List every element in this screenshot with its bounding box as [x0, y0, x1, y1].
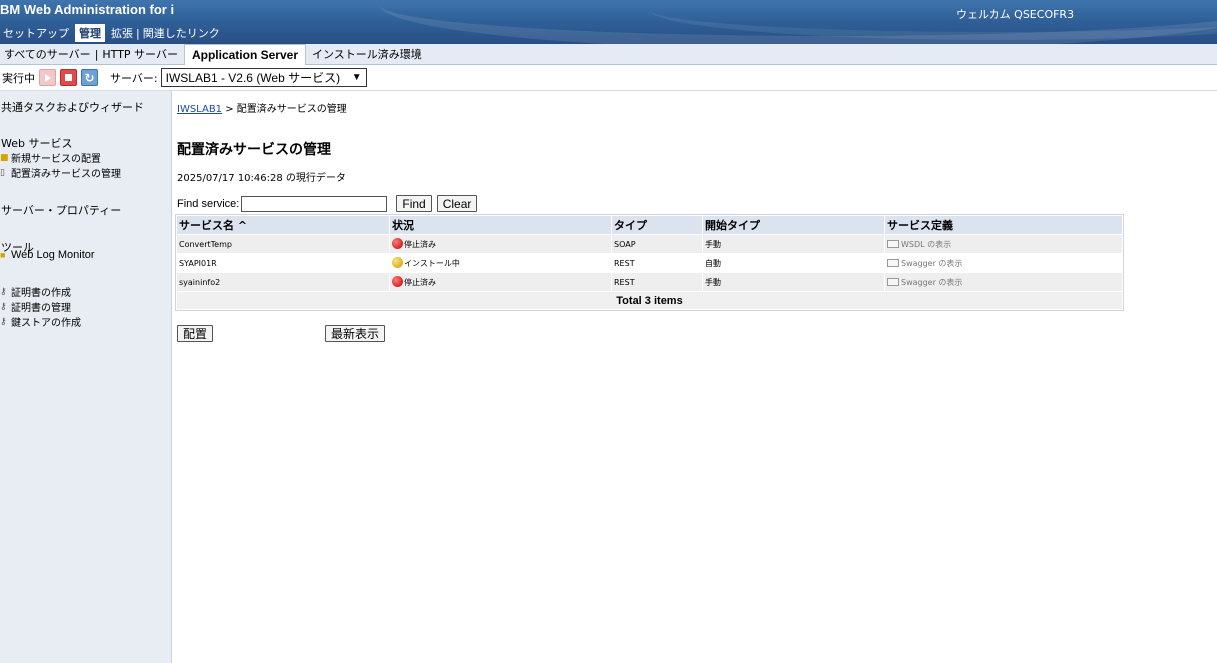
key-icon: ⚷	[0, 316, 7, 327]
sidebar-item-label: 証明書の管理	[11, 303, 71, 314]
tab-all-servers[interactable]: すべてのサーバー	[0, 46, 95, 62]
find-service-row: Find service: Find Clear	[177, 195, 478, 212]
sidebar-item-label: 証明書の作成	[11, 288, 71, 299]
clear-button[interactable]: Clear	[436, 195, 478, 212]
service-name[interactable]: SYAPI01R	[177, 254, 389, 272]
service-type: REST	[612, 273, 702, 291]
service-definition-link[interactable]: Swagger の表示	[901, 278, 962, 287]
find-service-label: Find service:	[177, 197, 240, 210]
server-select-value: IWSLAB1 - V2.6 (Web サービス)	[165, 71, 341, 85]
sidebar-common-tasks[interactable]: 共通タスクおよびウィザード	[1, 99, 144, 115]
sidebar-item-label: 新規サービスの配置	[11, 154, 101, 165]
document-icon	[887, 277, 899, 286]
service-start-type: 手動	[703, 235, 884, 253]
server-label: サーバー:	[110, 71, 158, 85]
total-items: Total 3 items	[177, 292, 1122, 309]
key-icon: ⚷	[0, 301, 7, 312]
nav-manage[interactable]: 管理	[75, 24, 105, 42]
sidebar-item-deploy-new[interactable]: ■ 新規サービスの配置	[0, 150, 101, 166]
breadcrumb-server-link[interactable]: IWSLAB1	[177, 104, 222, 115]
table-row[interactable]: SYAPI01R インストール中 REST 自動 Swagger の表示	[177, 254, 1122, 272]
server-toolbar: 実行中 ↻ サーバー: IWSLAB1 - V2.6 (Web サービス) ▼	[0, 65, 1217, 91]
sidebar-item-manage-deployed[interactable]: ▯ 配置済みサービスの管理	[0, 165, 121, 181]
sidebar-item-web-log-monitor[interactable]: ■ Web Log Monitor	[0, 249, 95, 261]
wizard-icon: ■	[0, 152, 9, 163]
key-icon: ⚷	[0, 286, 7, 297]
stopped-status-icon	[392, 276, 403, 287]
sidebar-server-properties[interactable]: サーバー・プロパティー	[1, 202, 121, 218]
column-header-start-type[interactable]: 開始タイプ	[703, 216, 884, 234]
app-title: BM Web Administration for i	[0, 2, 175, 17]
document-icon	[887, 239, 899, 248]
stop-server-icon[interactable]	[60, 69, 77, 86]
breadcrumb-current: > 配置済みサービスの管理	[222, 104, 347, 115]
sidebar-item-label: Web Log Monitor	[11, 249, 95, 261]
page-title: 配置済みサービスの管理	[177, 142, 331, 158]
wizard-icon: ■	[0, 250, 6, 260]
column-header-service-name[interactable]: サービス名 ^	[177, 216, 389, 234]
sidebar-item-label: 鍵ストアの作成	[11, 318, 81, 329]
nav-setup[interactable]: セットアップ	[0, 25, 72, 41]
header-banner: BM Web Administration for i ウェルカム QSECOF…	[0, 0, 1217, 44]
sidebar-item-manage-cert[interactable]: ⚷ 証明書の管理	[0, 299, 71, 315]
refresh-status-icon[interactable]: ↻	[81, 69, 98, 86]
start-server-icon[interactable]	[39, 69, 56, 86]
find-service-input[interactable]	[241, 195, 388, 212]
main-content: IWSLAB1 > 配置済みサービスの管理 配置済みサービスの管理 2025/0…	[172, 91, 1217, 663]
service-definition-link[interactable]: Swagger の表示	[901, 259, 962, 268]
service-name[interactable]: syaininfo2	[177, 273, 389, 291]
service-status-text: 停止済み	[404, 278, 436, 287]
nav-advanced[interactable]: 拡張	[108, 25, 136, 41]
data-timestamp: 2025/07/17 10:46:28 の現行データ	[177, 173, 346, 184]
tab-installations[interactable]: インストール済み環境	[308, 46, 426, 62]
deploy-button[interactable]: 配置	[177, 325, 214, 342]
sidebar-web-services[interactable]: Web サービス	[1, 135, 72, 151]
sidebar-item-create-keystore[interactable]: ⚷ 鍵ストアの作成	[0, 314, 81, 330]
service-name[interactable]: ConvertTemp	[177, 235, 389, 253]
server-type-tabs: すべてのサーバー | HTTP サーバー Application Server …	[0, 43, 1217, 65]
service-status-text: 停止済み	[404, 240, 436, 249]
service-start-type: 手動	[703, 273, 884, 291]
table-footer: Total 3 items	[177, 292, 1122, 309]
nav-related-links[interactable]: 関連したリンク	[140, 25, 223, 41]
tab-http-server[interactable]: HTTP サーバー	[98, 46, 182, 62]
service-definition[interactable]: WSDL の表示	[885, 235, 1122, 253]
top-nav: セットアップ 管理 拡張 | 関連したリンク	[0, 23, 223, 43]
service-definition-link[interactable]: WSDL の表示	[901, 240, 951, 249]
sidebar: 共通タスクおよびウィザード Web サービス ■ 新規サービスの配置 ▯ 配置済…	[0, 91, 172, 663]
stopped-status-icon	[392, 238, 403, 249]
column-header-type[interactable]: タイプ	[612, 216, 702, 234]
service-status: 停止済み	[390, 273, 611, 291]
server-status: 実行中	[2, 71, 35, 85]
column-header-definition[interactable]: サービス定義	[885, 216, 1122, 234]
service-status: インストール中	[390, 254, 611, 272]
service-status: 停止済み	[390, 235, 611, 253]
server-select[interactable]: IWSLAB1 - V2.6 (Web サービス) ▼	[160, 68, 367, 87]
service-definition[interactable]: Swagger の表示	[885, 273, 1122, 291]
refresh-button[interactable]: 最新表示	[325, 325, 386, 342]
chevron-down-icon: ▼	[351, 72, 362, 83]
installing-status-icon	[392, 257, 403, 268]
tab-application-server[interactable]: Application Server	[183, 43, 306, 65]
service-definition[interactable]: Swagger の表示	[885, 254, 1122, 272]
table-row[interactable]: ConvertTemp 停止済み SOAP 手動 WSDL の表示	[177, 235, 1122, 253]
service-type: REST	[612, 254, 702, 272]
document-icon	[887, 258, 899, 267]
service-type: SOAP	[612, 235, 702, 253]
document-icon: ▯	[0, 167, 5, 178]
sidebar-item-label: 配置済みサービスの管理	[11, 169, 121, 180]
service-start-type: 自動	[703, 254, 884, 272]
breadcrumb: IWSLAB1 > 配置済みサービスの管理	[177, 100, 347, 115]
find-button[interactable]: Find	[396, 195, 432, 212]
services-table: サービス名 ^ 状況 タイプ 開始タイプ サービス定義 ConvertTemp …	[175, 214, 1124, 311]
sidebar-item-create-cert[interactable]: ⚷ 証明書の作成	[0, 284, 71, 300]
column-header-status[interactable]: 状況	[390, 216, 611, 234]
table-row[interactable]: syaininfo2 停止済み REST 手動 Swagger の表示	[177, 273, 1122, 291]
service-status-text: インストール中	[404, 259, 460, 268]
welcome-user: ウェルカム QSECOFR3	[956, 8, 1075, 21]
